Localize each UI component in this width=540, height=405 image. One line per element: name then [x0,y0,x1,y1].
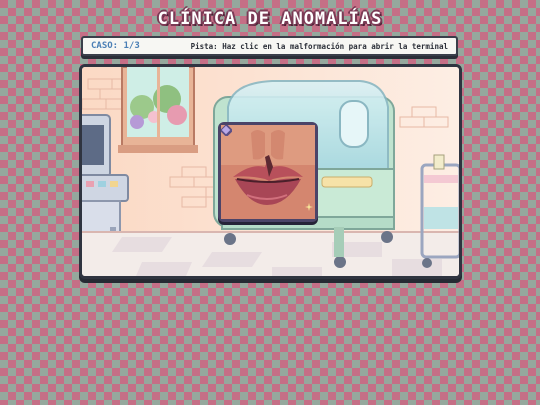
window [118,67,198,153]
anomaly-closeup[interactable] [218,122,318,222]
diamond-ornament-icon [221,125,231,135]
clinic-scene [79,64,462,279]
game-title: CLÍNICA DE ANOMALÍAS [157,9,383,29]
cleft-lip-portrait[interactable] [221,125,315,219]
star-sparkle-icon [305,203,313,211]
case-info-bar: CASO: 1/3 Pista: Haz clic en la malforma… [81,36,458,56]
hint-text: Pista: Haz clic en la malformación para … [190,41,448,51]
case-counter: CASO: 1/3 [91,41,140,51]
